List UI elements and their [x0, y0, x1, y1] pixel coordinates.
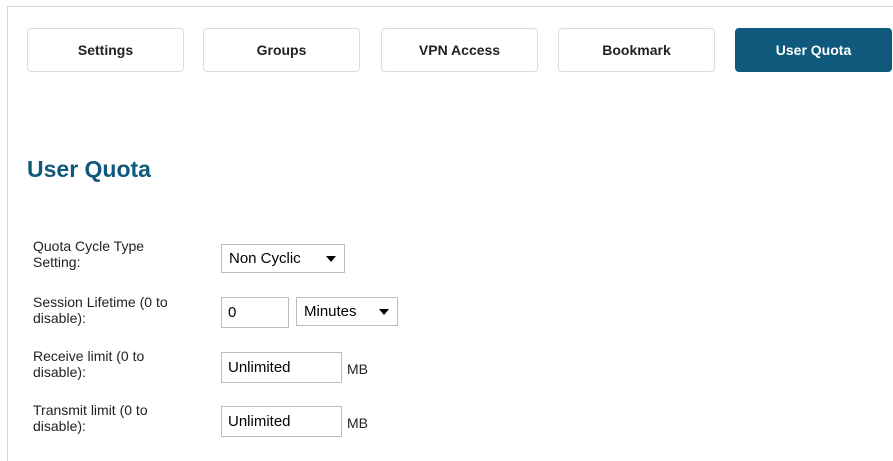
session-lifetime-label: Session Lifetime (0 to disable): — [33, 294, 183, 326]
quota-cycle-label-line2: Setting: — [33, 254, 81, 270]
session-lifetime-label-line1: Session Lifetime (0 to — [33, 294, 168, 310]
receive-limit-label: Receive limit (0 to disable): — [33, 348, 183, 380]
receive-limit-input[interactable] — [221, 352, 342, 383]
quota-cycle-select[interactable]: Non Cyclic — [221, 244, 345, 273]
dropdown-caret-icon — [379, 309, 389, 315]
receive-limit-label-line2: disable): — [33, 364, 86, 380]
transmit-limit-label-line2: disable): — [33, 418, 86, 434]
tab-bookmark[interactable]: Bookmark — [558, 28, 715, 72]
tab-user-quota[interactable]: User Quota — [735, 28, 892, 72]
panel-top-border — [7, 6, 893, 7]
tab-vpn-access[interactable]: VPN Access — [381, 28, 538, 72]
transmit-limit-label-line1: Transmit limit (0 to — [33, 402, 148, 418]
quota-cycle-label: Quota Cycle Type Setting: — [33, 238, 183, 270]
session-lifetime-unit-select[interactable]: Minutes — [296, 297, 398, 326]
receive-limit-unit: MB — [347, 361, 368, 377]
session-lifetime-unit-value: Minutes — [304, 303, 357, 320]
dropdown-caret-icon — [326, 256, 336, 262]
quota-cycle-label-line1: Quota Cycle Type — [33, 238, 145, 254]
section-title: User Quota — [27, 156, 151, 182]
panel-left-border — [7, 6, 8, 461]
transmit-limit-input[interactable] — [221, 406, 342, 437]
transmit-limit-label: Transmit limit (0 to disable): — [33, 402, 183, 434]
tab-settings[interactable]: Settings — [27, 28, 184, 72]
session-lifetime-label-line2: disable): — [33, 310, 86, 326]
session-lifetime-input[interactable] — [221, 297, 289, 328]
tab-groups[interactable]: Groups — [203, 28, 360, 72]
quota-cycle-selected-value: Non Cyclic — [229, 250, 301, 267]
transmit-limit-unit: MB — [347, 415, 368, 431]
receive-limit-label-line1: Receive limit (0 to — [33, 348, 145, 364]
